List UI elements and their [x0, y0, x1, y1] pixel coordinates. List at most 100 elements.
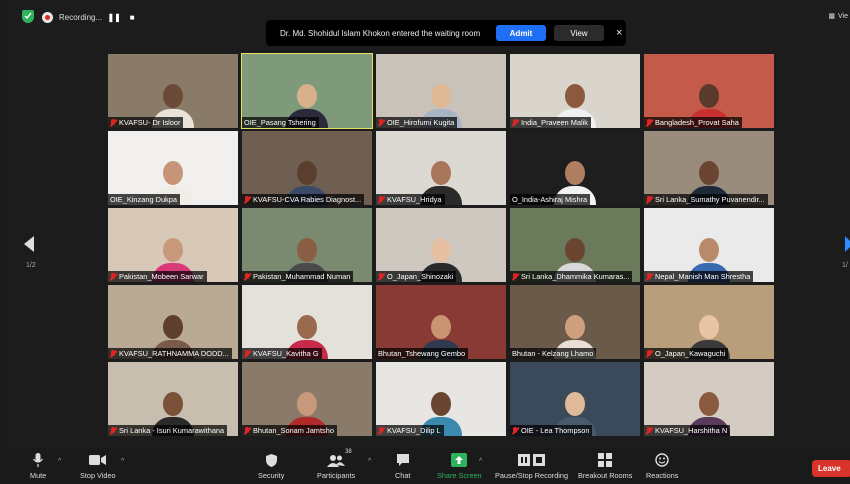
participant-video-tile[interactable]: O_Japan_Shinozaki [376, 208, 506, 282]
participant-name: Pakistan_Muhammad Numan [253, 272, 351, 281]
participant-name: India_Praveen Malik [521, 118, 588, 127]
video-options-caret-icon[interactable]: ^ [121, 458, 124, 465]
participant-video-tile[interactable]: KVAFSU-CVA Rabies Diagnost... [242, 131, 372, 205]
participant-video-tile[interactable]: OIE_Kinzang Dukpa [108, 131, 238, 205]
stop-recording-icon[interactable]: ■ [126, 11, 138, 23]
previous-page-arrow-icon[interactable] [24, 236, 34, 252]
muted-microphone-icon [110, 349, 116, 358]
participant-video-tile[interactable]: Sri Lanka - Isuri Kumarawithana [108, 362, 238, 436]
participant-name-tag: India_Praveen Malik [510, 117, 591, 128]
participant-video-tile[interactable]: Nepal_Manish Man Shrestha [644, 208, 774, 282]
participant-video-tile[interactable]: Bhutan_Sonam Jamtsho [242, 362, 372, 436]
participant-video-tile[interactable]: OIE_Pasang Tshering [241, 53, 373, 129]
participant-video-tile[interactable]: Bhutan_Tshewang Gembo [376, 285, 506, 359]
participant-name-tag: Bhutan - Kelzang Lhamo [510, 348, 597, 359]
participant-name-tag: Nepal_Manish Man Shrestha [644, 271, 754, 282]
participant-name-tag: Sri Lanka_Sumathy Puvanendir... [644, 194, 768, 205]
muted-microphone-icon [244, 272, 250, 281]
stop-video-button[interactable]: Stop Video [80, 452, 116, 480]
participant-video-tile[interactable]: Pakistan_Mobeen Sarwar [108, 208, 238, 282]
participant-name-tag: OIE_Kinzang Dukpa [108, 194, 180, 205]
security-button[interactable]: Security [258, 452, 284, 480]
participants-button[interactable]: 38 Participants [317, 449, 355, 480]
participant-name-tag: Sri Lanka_Dhammika Kumaras... [510, 271, 633, 282]
mute-label: Mute [30, 471, 47, 480]
participant-head [431, 392, 451, 416]
participant-video-tile[interactable]: KVAFSU_Kavitha G [242, 285, 372, 359]
participants-count: 38 [345, 449, 352, 455]
participants-options-caret-icon[interactable]: ^ [368, 458, 371, 465]
waiting-room-notification: Dr. Md. Shohidul Islam Khokon entered th… [266, 20, 626, 46]
participant-name: Bhutan_Sonam Jamtsho [253, 426, 334, 435]
breakout-rooms-button[interactable]: Breakout Rooms [578, 452, 632, 480]
participant-head [163, 238, 183, 262]
microphone-icon [32, 452, 44, 468]
participant-name-tag: KVAFSU- Dr Isloor [108, 117, 184, 128]
participant-video-tile[interactable]: Bhutan - Kelzang Lhamo [510, 285, 640, 359]
participant-video-tile[interactable]: OIE - Lea Thompson [510, 362, 640, 436]
close-icon[interactable]: × [616, 27, 622, 39]
pause-stop-recording-button[interactable]: Pause/Stop Recording [495, 452, 568, 480]
participant-video-tile[interactable]: Bangladesh_Provat Saha [644, 54, 774, 128]
muted-microphone-icon [646, 195, 652, 204]
participant-name: Bhutan - Kelzang Lhamo [512, 349, 594, 358]
participant-video-tile[interactable]: KVAFSU_Dilip L [376, 362, 506, 436]
participant-video-tile[interactable]: KVAFSU_Harshitha N [644, 362, 774, 436]
participant-name: Sri Lanka_Sumathy Puvanendir... [655, 195, 765, 204]
participant-name-tag: O_Japan_Kawaguchi [644, 348, 729, 359]
participant-name-tag: OIE - Lea Thompson [510, 425, 593, 436]
stop-video-label: Stop Video [80, 471, 116, 480]
muted-microphone-icon [646, 426, 652, 435]
participant-head [565, 392, 585, 416]
reactions-button[interactable]: Reactions [646, 452, 678, 480]
recording-icon [42, 11, 53, 23]
chat-label: Chat [395, 471, 411, 480]
participant-head [565, 315, 585, 339]
mute-button[interactable]: Mute [30, 452, 46, 480]
participant-name-tag: Pakistan_Muhammad Numan [242, 271, 354, 282]
leave-button[interactable]: Leave [812, 460, 850, 477]
participant-video-tile[interactable]: O_Japan_Kawaguchi [644, 285, 774, 359]
participant-video-tile[interactable]: KVAFSU_RATHNAMMA DODD... [108, 285, 238, 359]
participant-video-tile[interactable]: Pakistan_Muhammad Numan [242, 208, 372, 282]
muted-microphone-icon [378, 118, 384, 127]
share-screen-button[interactable]: Share Screen [437, 452, 482, 480]
chat-button[interactable]: Chat [395, 452, 410, 480]
participant-name: KVAFSU- Dr Isloor [119, 118, 181, 127]
security-shield-icon[interactable] [22, 10, 34, 23]
participant-video-tile[interactable]: KVAFSU_Hridya [376, 131, 506, 205]
participant-name: Pakistan_Mobeen Sarwar [119, 272, 204, 281]
participant-head [699, 392, 719, 416]
participant-video-tile[interactable]: Sri Lanka_Dhammika Kumaras... [510, 208, 640, 282]
view-menu-button[interactable]: ▦ Vie [828, 12, 848, 21]
participant-name: KVAFSU_Hridya [387, 195, 442, 204]
participant-video-tile[interactable]: OIE_Hirofumi Kugita [376, 54, 506, 128]
audio-options-caret-icon[interactable]: ^ [58, 458, 61, 465]
zoom-meeting-window: Recording... ❚❚ ■ Dr. Md. Shohidul Islam… [8, 0, 850, 484]
participant-name: KVAFSU_Dilip L [387, 426, 441, 435]
meeting-toolbar: Mute ^ Stop Video ^ Security 38 Particip… [8, 448, 850, 484]
participant-head [431, 238, 451, 262]
participant-head [297, 392, 317, 416]
participant-video-tile[interactable]: Sri Lanka_Sumathy Puvanendir... [644, 131, 774, 205]
muted-microphone-icon [646, 272, 652, 281]
pause-recording-icon[interactable]: ❚❚ [107, 11, 120, 23]
participant-head [431, 315, 451, 339]
share-options-caret-icon[interactable]: ^ [479, 458, 482, 465]
view-button[interactable]: View [554, 25, 604, 41]
participant-head [699, 84, 719, 108]
participant-video-tile[interactable]: KVAFSU- Dr Isloor [108, 54, 238, 128]
next-page-arrow-icon[interactable] [845, 236, 850, 252]
participant-video-tile[interactable]: India_Praveen Malik [510, 54, 640, 128]
view-menu-label: Vie [838, 12, 848, 20]
participant-name: Sri Lanka_Dhammika Kumaras... [521, 272, 630, 281]
recording-label: Recording... [59, 12, 103, 22]
participant-name: OIE - Lea Thompson [521, 426, 590, 435]
participant-video-tile[interactable]: O_India-Ashiraj Mishra [510, 131, 640, 205]
participant-head [431, 161, 451, 185]
participant-head [565, 238, 585, 262]
participant-name-tag: Pakistan_Mobeen Sarwar [108, 271, 207, 282]
admit-button[interactable]: Admit [496, 25, 546, 41]
muted-microphone-icon [378, 272, 384, 281]
participant-name-tag: Bangladesh_Provat Saha [644, 117, 742, 128]
